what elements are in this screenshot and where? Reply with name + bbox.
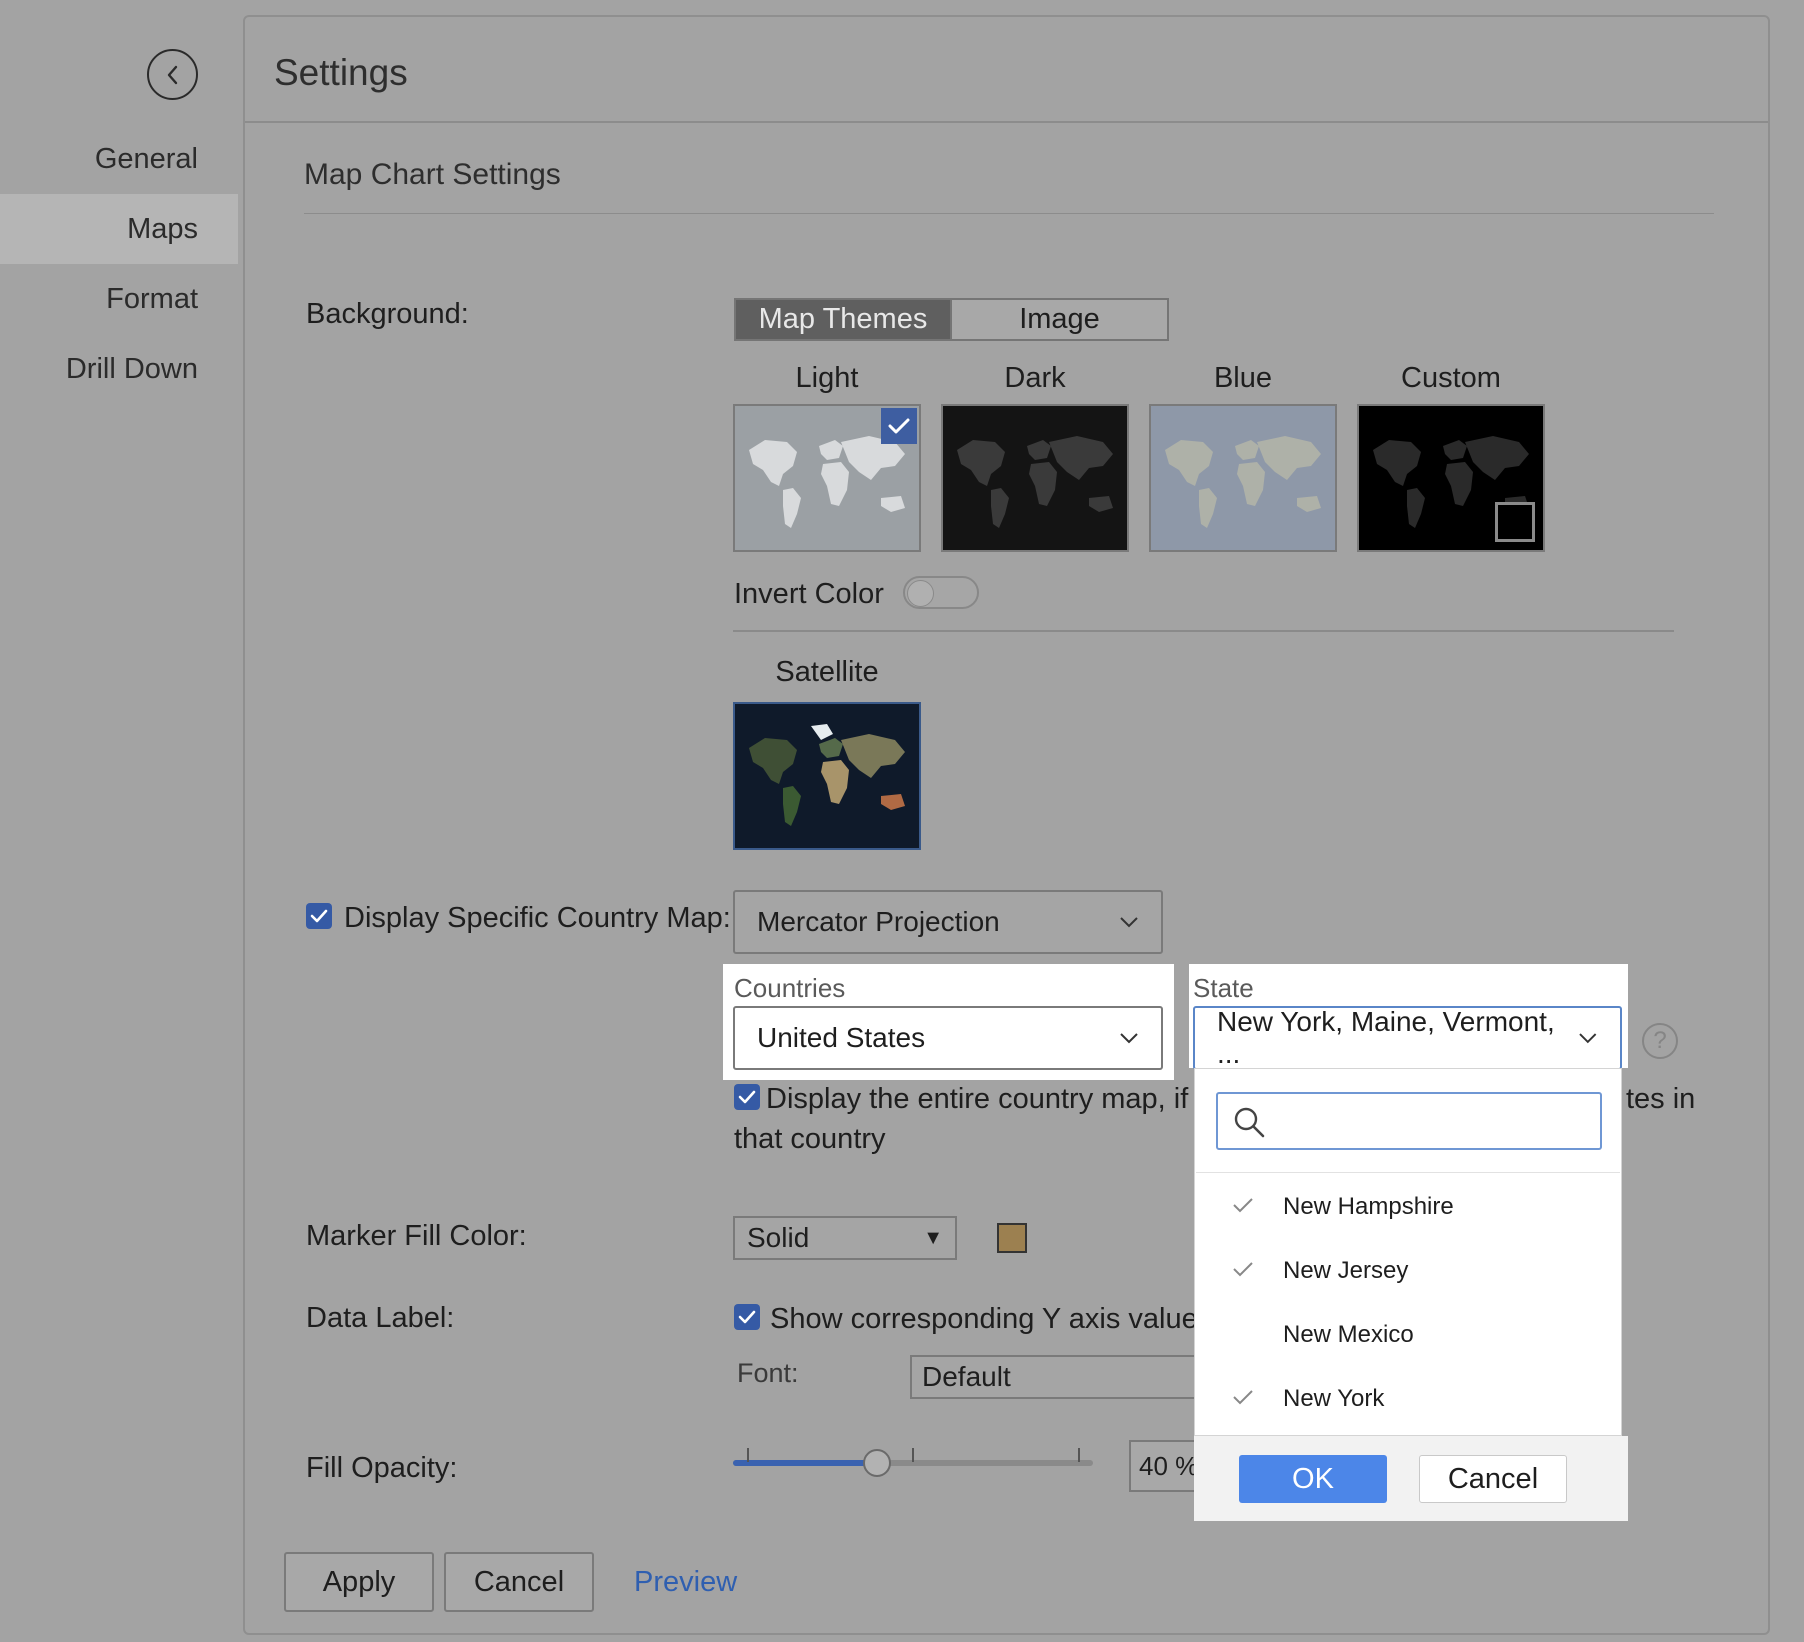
- triangle-down-icon: ▼: [923, 1226, 943, 1249]
- slider-tick: [747, 1448, 749, 1462]
- toggle-knob: [907, 580, 934, 607]
- state-option-label: New Hampshire: [1283, 1193, 1454, 1220]
- theme-satellite[interactable]: [733, 702, 921, 850]
- page-title: Settings: [274, 52, 408, 93]
- country-map-label: Display Specific Country Map:: [344, 902, 731, 934]
- apply-button[interactable]: Apply: [284, 1552, 434, 1612]
- sidebar-item-label: Format: [106, 282, 198, 315]
- theme-label-light: Light: [795, 362, 859, 394]
- state-value: New York, Maine, Vermont, ...: [1217, 1006, 1555, 1069]
- state-option-label: New Mexico: [1283, 1321, 1414, 1348]
- sidebar-item-label: Maps: [127, 212, 198, 245]
- selected-check-icon: [881, 408, 917, 444]
- ok-button[interactable]: OK: [1239, 1455, 1387, 1503]
- marker-fill-value: Solid: [747, 1222, 810, 1253]
- checkmark-icon: [738, 1310, 756, 1324]
- chevron-left-icon: [167, 65, 177, 84]
- theme-light[interactable]: [733, 404, 921, 552]
- check-icon: [1233, 1262, 1253, 1277]
- countries-label: Countries: [734, 973, 846, 1003]
- chevron-down-icon: [1120, 917, 1138, 928]
- data-label-label: Data Label:: [306, 1302, 455, 1334]
- sidebar-item-drill-down[interactable]: Drill Down: [0, 334, 238, 404]
- section-divider: [304, 213, 1714, 214]
- entire-map-label-2: that country: [734, 1123, 886, 1155]
- slider-tick: [912, 1448, 914, 1462]
- fill-opacity-label: Fill Opacity:: [306, 1452, 458, 1484]
- entire-map-checkbox[interactable]: [734, 1084, 760, 1110]
- search-icon: [1234, 1107, 1265, 1138]
- y-axis-value-label: Show corresponding Y axis value as: [770, 1303, 1237, 1335]
- tab-map-themes[interactable]: Map Themes: [734, 298, 952, 341]
- y-axis-value-checkbox[interactable]: [734, 1304, 760, 1330]
- sidebar-item-format[interactable]: Format: [0, 264, 238, 334]
- entire-map-label: Display the entire country map, if th: [766, 1083, 1221, 1115]
- invert-color-toggle[interactable]: [903, 576, 979, 609]
- satellite-map-icon: [749, 724, 905, 826]
- sidebar-item-general[interactable]: General: [0, 124, 238, 194]
- state-option-new-york[interactable]: [1196, 1369, 1620, 1429]
- country-map-checkbox[interactable]: [306, 903, 332, 929]
- opacity-slider-handle[interactable]: [863, 1449, 891, 1477]
- check-icon: [1233, 1390, 1253, 1405]
- panel-header: [245, 17, 1768, 123]
- marker-fill-label: Marker Fill Color:: [306, 1220, 527, 1252]
- checkmark-icon: [310, 909, 328, 923]
- world-map-icon: [957, 436, 1113, 528]
- dropdown-separator: [1196, 1172, 1620, 1173]
- font-value: Default: [922, 1361, 1011, 1392]
- font-select[interactable]: Default: [910, 1355, 1210, 1399]
- sidebar-item-label: General: [94, 142, 198, 175]
- world-map-icon: [1165, 436, 1321, 528]
- opacity-slider-fill: [733, 1460, 877, 1466]
- state-search-input[interactable]: [1216, 1092, 1602, 1150]
- opacity-value: 40 %: [1139, 1450, 1199, 1481]
- theme-blue[interactable]: [1149, 404, 1337, 552]
- satellite-label: Satellite: [775, 656, 879, 688]
- theme-custom[interactable]: [1357, 404, 1545, 552]
- chevron-down-icon: [1120, 1033, 1138, 1044]
- theme-label-dark: Dark: [1004, 362, 1066, 394]
- projection-value: Mercator Projection: [757, 906, 1000, 937]
- state-select[interactable]: New York, Maine, Vermont, ...: [1193, 1006, 1622, 1070]
- theme-label-blue: Blue: [1213, 362, 1273, 394]
- chevron-down-icon: [1579, 1033, 1597, 1044]
- entire-map-label-end: tes in: [1626, 1083, 1696, 1115]
- country-value: United States: [757, 1022, 926, 1053]
- marker-color-swatch[interactable]: [997, 1223, 1027, 1253]
- section-title: Map Chart Settings: [304, 158, 561, 191]
- divider: [733, 630, 1674, 632]
- invert-color-label: Invert Color: [734, 578, 884, 610]
- theme-dark[interactable]: [941, 404, 1129, 552]
- checkmark-icon: [738, 1090, 756, 1104]
- check-icon: [1233, 1198, 1253, 1213]
- slider-tick: [1078, 1448, 1080, 1462]
- back-button[interactable]: [147, 49, 198, 100]
- marker-fill-select[interactable]: Solid ▼: [733, 1216, 957, 1260]
- custom-color-swatch[interactable]: [1495, 502, 1535, 542]
- help-icon[interactable]: ?: [1642, 1023, 1678, 1059]
- countries-select[interactable]: United States: [733, 1006, 1163, 1070]
- font-label: Font:: [737, 1358, 799, 1388]
- state-option-label: New York: [1283, 1385, 1385, 1412]
- sidebar-item-label: Drill Down: [65, 352, 198, 385]
- projection-select[interactable]: Mercator Projection: [733, 890, 1163, 954]
- state-option-label: New Jersey: [1283, 1257, 1409, 1284]
- cancel-button[interactable]: Cancel: [444, 1552, 594, 1612]
- preview-link[interactable]: Preview: [634, 1566, 737, 1599]
- dropdown-cancel-button[interactable]: Cancel: [1419, 1455, 1567, 1503]
- tab-image[interactable]: Image: [950, 298, 1169, 341]
- sidebar-item-maps[interactable]: Maps: [0, 194, 238, 264]
- state-label: State: [1193, 973, 1254, 1003]
- background-label: Background:: [306, 298, 469, 330]
- theme-label-custom: Custom: [1401, 362, 1501, 394]
